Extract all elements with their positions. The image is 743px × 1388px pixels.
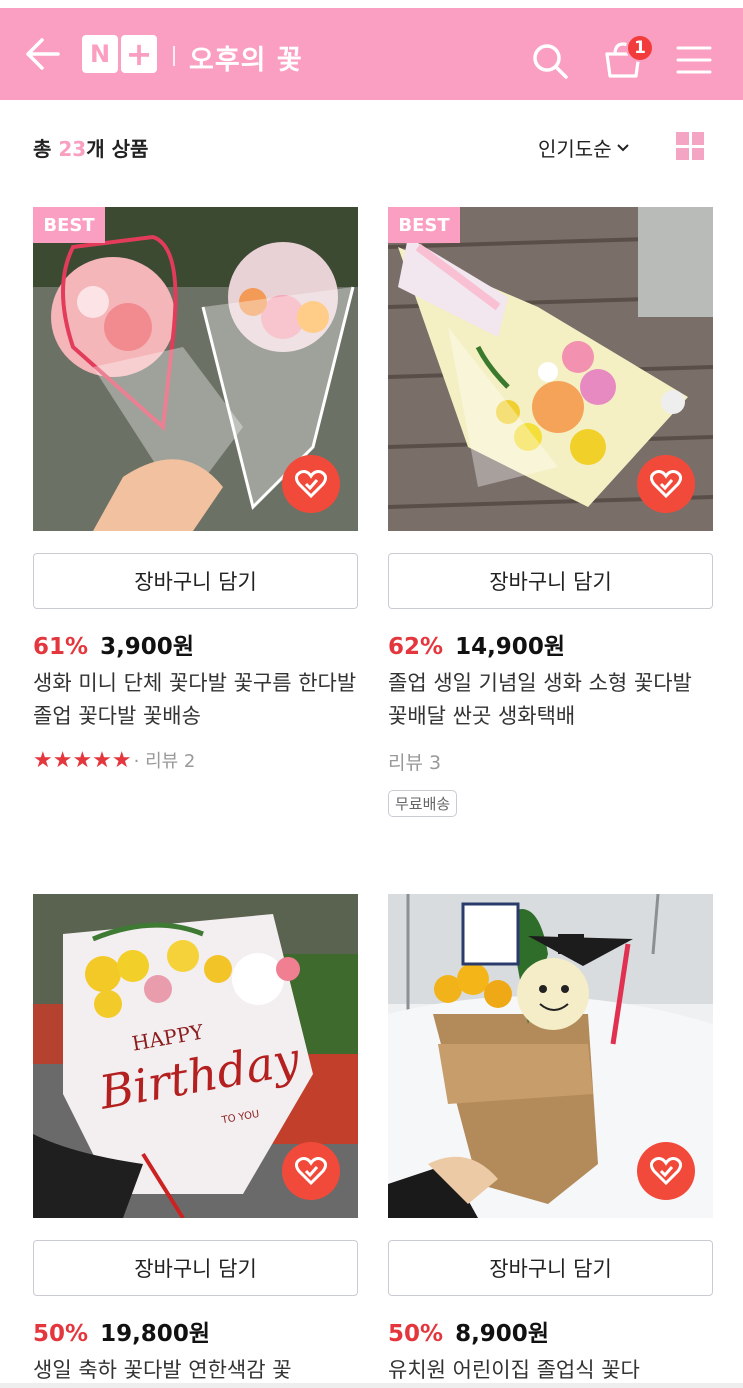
product-image[interactable]: BEST xyxy=(33,207,358,531)
product-name[interactable]: 생화 미니 단체 꽃다발 꽃구름 한다발 졸업 꽃다발 꽃배송 xyxy=(33,667,358,733)
product-count-number: 23 xyxy=(58,137,87,161)
price-row: 50% 8,900원 xyxy=(388,1314,549,1348)
add-to-cart-button[interactable]: 장바구니 담기 xyxy=(388,553,713,609)
discount-rate: 62% xyxy=(388,634,444,660)
naver-plus-logo[interactable]: N + xyxy=(82,35,158,73)
price-row: 61% 3,900원 xyxy=(33,627,194,661)
search-icon[interactable] xyxy=(530,41,570,81)
discount-rate: 61% xyxy=(33,634,89,660)
product-count: 총 23개 상품 xyxy=(33,137,149,161)
store-name[interactable]: 오후의 꽃 xyxy=(189,38,303,77)
back-arrow-icon[interactable] xyxy=(22,36,62,72)
price-row: 50% 19,800원 xyxy=(33,1314,210,1348)
best-badge: BEST xyxy=(388,207,460,243)
sale-price: 8,900원 xyxy=(455,1321,549,1347)
sale-price: 19,800원 xyxy=(100,1321,210,1347)
discount-rate: 50% xyxy=(33,1321,89,1347)
bottom-edge xyxy=(0,1383,743,1388)
add-to-cart-button[interactable]: 장바구니 담기 xyxy=(33,1240,358,1296)
price-row: 62% 14,900원 xyxy=(388,627,565,661)
cart-count-badge: 1 xyxy=(626,34,654,62)
grid-view-icon[interactable] xyxy=(676,132,704,160)
review-count: · 리뷰 2 xyxy=(133,751,196,772)
hamburger-menu-icon[interactable] xyxy=(676,44,712,76)
product-image[interactable]: BEST xyxy=(388,207,713,531)
logo-divider xyxy=(173,46,175,66)
top-header: N + 오후의 꽃 1 xyxy=(0,8,743,100)
star-rating: ★★★★★ xyxy=(33,747,132,773)
sort-label: 인기도순 xyxy=(538,137,612,161)
sale-price: 3,900원 xyxy=(100,634,194,660)
chevron-down-icon xyxy=(616,143,629,151)
logo-n: N xyxy=(82,35,118,73)
add-to-cart-button[interactable]: 장바구니 담기 xyxy=(33,553,358,609)
rating-row: ★★★★★ · 리뷰 2 xyxy=(33,747,195,773)
discount-rate: 50% xyxy=(388,1321,444,1347)
product-name[interactable]: 졸업 생일 기념일 생화 소형 꽃다발 꽃배달 싼곳 생화택배 xyxy=(388,667,713,733)
sort-dropdown[interactable]: 인기도순 xyxy=(538,133,630,162)
wishlist-heart-icon[interactable] xyxy=(282,1142,340,1200)
add-to-cart-button[interactable]: 장바구니 담기 xyxy=(388,1240,713,1296)
review-count: 리뷰 3 xyxy=(388,752,442,774)
product-image[interactable] xyxy=(388,894,713,1218)
product-image[interactable]: HAPPY Birthday TO YOU xyxy=(33,894,358,1218)
free-shipping-tag: 무료배송 xyxy=(388,790,458,817)
sale-price: 14,900원 xyxy=(455,634,565,660)
best-badge: BEST xyxy=(33,207,105,243)
logo-plus: + xyxy=(121,35,157,73)
wishlist-heart-icon[interactable] xyxy=(282,455,340,513)
wishlist-heart-icon[interactable] xyxy=(637,1142,695,1200)
wishlist-heart-icon[interactable] xyxy=(637,455,695,513)
